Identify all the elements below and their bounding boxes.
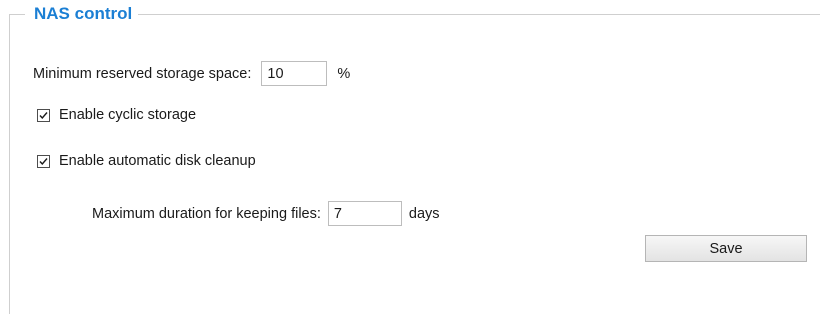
checkmark-icon [39, 157, 48, 165]
cyclic-storage-checkbox[interactable] [37, 108, 50, 122]
max-duration-row: Maximum duration for keeping files: days [92, 201, 440, 226]
max-duration-unit: days [408, 205, 440, 222]
max-duration-input[interactable] [327, 201, 402, 226]
save-button[interactable]: Save [645, 235, 807, 262]
min-reserved-label: Minimum reserved storage space: [33, 65, 252, 82]
auto-cleanup-checkbox[interactable] [37, 154, 50, 168]
checkmark-icon [39, 111, 48, 119]
section-title: NAS control [25, 4, 139, 24]
max-duration-label: Maximum duration for keeping files: [92, 205, 321, 222]
auto-cleanup-row: Enable automatic disk cleanup [37, 151, 256, 171]
min-reserved-input[interactable] [261, 61, 328, 86]
min-reserved-row: Minimum reserved storage space: % [33, 61, 350, 86]
min-reserved-unit: % [337, 65, 351, 82]
cyclic-storage-label[interactable]: Enable cyclic storage [59, 105, 196, 125]
auto-cleanup-label[interactable]: Enable automatic disk cleanup [59, 151, 256, 171]
cyclic-storage-row: Enable cyclic storage [37, 105, 196, 125]
